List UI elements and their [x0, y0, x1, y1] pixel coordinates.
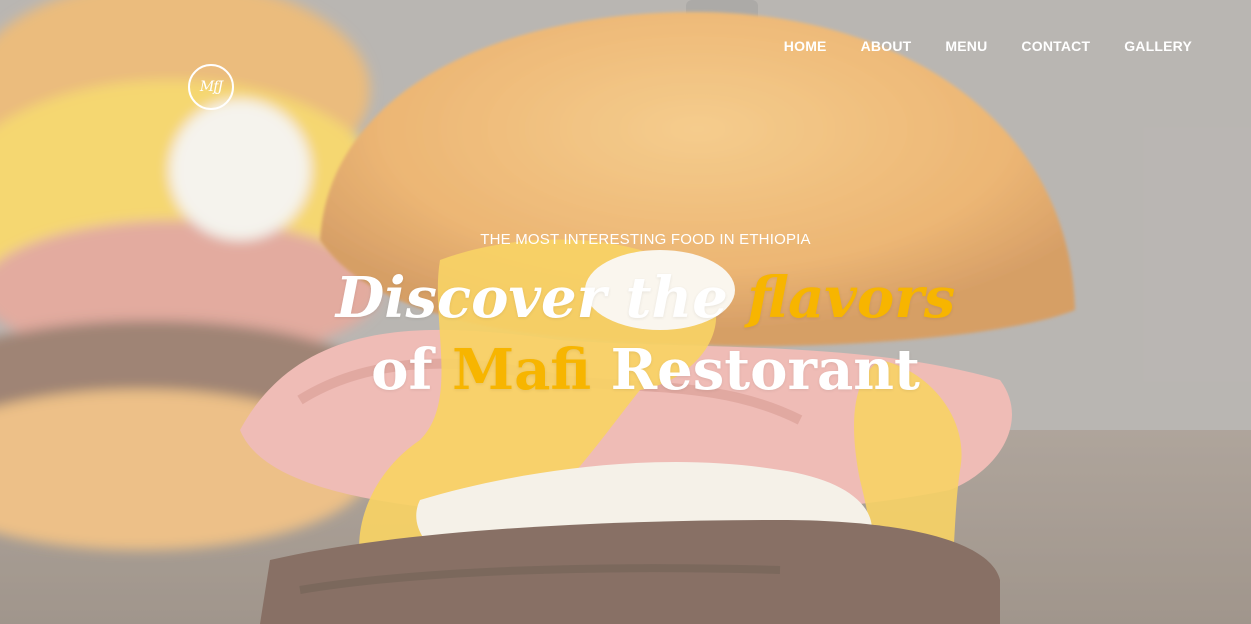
nav-about-link[interactable]: ABOUT	[827, 36, 912, 56]
hero-content: THE MOST INTERESTING FOOD IN ETHIOPIA Di…	[0, 230, 1251, 406]
headline-text: Discover the	[335, 265, 748, 331]
hero-headline: Discover the flavors of Mafi Restorant	[40, 262, 1251, 406]
headline-accent-word: flavors	[747, 265, 956, 331]
headline-line-2: of Mafi Restorant	[40, 334, 1251, 406]
nav-gallery-link[interactable]: GALLERY	[1090, 36, 1192, 56]
nav-contact-link[interactable]: CONTACT	[987, 36, 1090, 56]
headline-text: of	[371, 337, 453, 403]
nav-home-link[interactable]: HOME	[750, 36, 827, 56]
headline-text: Restorant	[591, 337, 920, 403]
logo-monogram: MfJ	[199, 79, 223, 95]
main-navigation: HOME ABOUT MENU CONTACT GALLERY	[750, 36, 1192, 56]
hero-eyebrow: THE MOST INTERESTING FOOD IN ETHIOPIA	[480, 231, 811, 248]
site-logo[interactable]: MfJ	[188, 64, 234, 110]
headline-line-1: Discover the flavors	[40, 262, 1251, 334]
restaurant-name-accent: Mafi	[452, 337, 592, 403]
nav-menu-link[interactable]: MENU	[911, 36, 987, 56]
